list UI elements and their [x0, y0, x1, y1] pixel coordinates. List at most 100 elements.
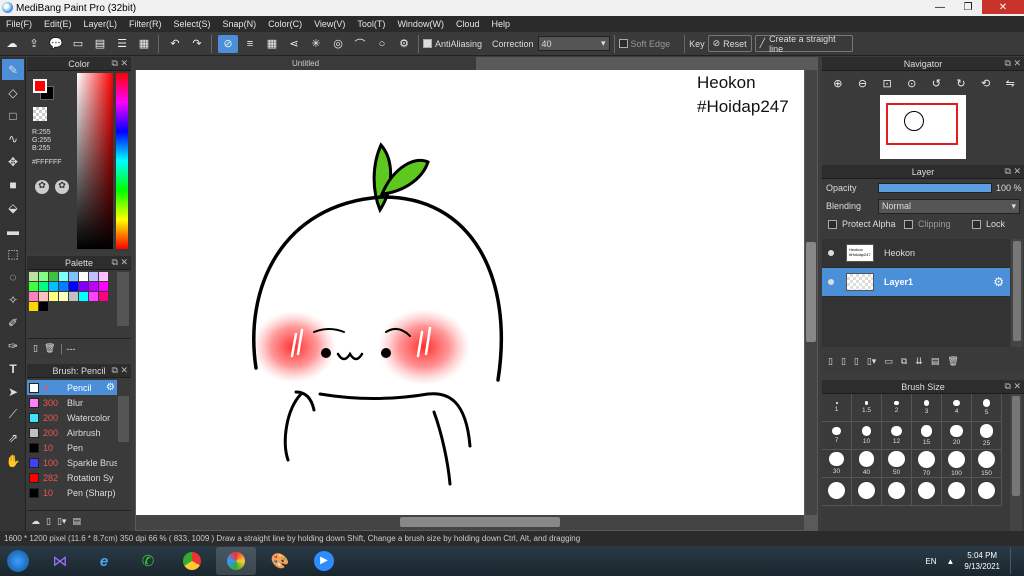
menu-cloud[interactable]: Cloud	[450, 19, 486, 29]
reset-rotation-icon[interactable]: ⟲	[976, 74, 996, 92]
transparent-color[interactable]	[33, 107, 47, 121]
menu-snap[interactable]: Snap(N)	[217, 19, 263, 29]
brush-size-option[interactable]	[882, 478, 912, 506]
brush-size-option[interactable]: 30	[822, 450, 852, 478]
menu-layer[interactable]: Layer(L)	[78, 19, 124, 29]
redo-icon[interactable]: ↷	[187, 35, 207, 53]
panel-options-icon[interactable]: ⧉ ✕	[112, 365, 128, 376]
brush-item[interactable]: 10 Pen	[27, 440, 117, 455]
eyedropper-icon[interactable]: ⟋	[2, 404, 24, 425]
palette-swatch[interactable]	[29, 302, 38, 311]
palette-swatch[interactable]	[79, 272, 88, 281]
cloud-icon[interactable]: ☁	[2, 35, 22, 53]
palette-swatch[interactable]	[49, 272, 58, 281]
share-icon[interactable]: ⇪	[24, 35, 44, 53]
select-tool-icon[interactable]: ⬚	[2, 243, 24, 264]
menu-tool[interactable]: Tool(T)	[351, 19, 391, 29]
menu-view[interactable]: View(V)	[308, 19, 351, 29]
brush-size-option[interactable]: 25	[972, 422, 1002, 450]
list-icon[interactable]: ☰	[112, 35, 132, 53]
lasso-tool-icon[interactable]: ◌	[2, 266, 24, 287]
folder-icon[interactable]: ▭	[884, 356, 893, 367]
blur-brush-icon[interactable]: ∿	[2, 128, 24, 149]
layer-row-heokon[interactable]: Heokon #Hoidap247 Heokon	[822, 239, 1010, 268]
brush-size-option[interactable]: 15	[912, 422, 942, 450]
concentric-snap-icon[interactable]: ◎	[328, 35, 348, 53]
zoom-in-icon[interactable]: ⊕	[828, 74, 848, 92]
new-palette-icon[interactable]: ▯	[33, 343, 38, 354]
medibang-icon[interactable]	[216, 547, 256, 575]
magic-wand-icon[interactable]: ✧	[2, 289, 24, 310]
add-layer-menu-icon[interactable]: ▯▾	[867, 356, 876, 367]
brush-size-option[interactable]: 7	[822, 422, 852, 450]
show-desktop-button[interactable]	[1010, 548, 1016, 574]
eraser-tool-icon[interactable]: ◇	[2, 82, 24, 103]
palette-swatch[interactable]	[39, 302, 48, 311]
eye-icon[interactable]	[828, 250, 834, 256]
brush-size-option[interactable]: 40	[852, 450, 882, 478]
export-icon[interactable]: ▦	[134, 35, 154, 53]
brush-size-option[interactable]	[822, 478, 852, 506]
reset-button[interactable]: ⊘ Reset	[707, 35, 752, 52]
palette-swatch[interactable]	[89, 272, 98, 281]
menu-file[interactable]: File(F)	[0, 19, 38, 29]
new-brush-icon[interactable]: ▯	[46, 516, 51, 527]
grid-snap-icon[interactable]: ▦	[262, 35, 282, 53]
brush-item[interactable]: 100 Sparkle Brush	[27, 455, 117, 470]
brush-size-option[interactable]: 4	[942, 394, 972, 422]
dot-tool-icon[interactable]: □	[2, 105, 24, 126]
palette-swatch[interactable]	[79, 292, 88, 301]
paint-icon[interactable]: 🎨	[260, 547, 300, 575]
brush-item[interactable]: 282 Rotation Sy	[27, 470, 117, 485]
brush-item[interactable]: 4 Pencil ⚙	[27, 380, 117, 395]
palette-swatch[interactable]	[79, 282, 88, 291]
document-tab[interactable]: Untitled	[135, 57, 476, 70]
palette-swatch[interactable]	[69, 272, 78, 281]
hand-tool-icon[interactable]: ✋	[2, 450, 24, 471]
hue-slider[interactable]	[116, 73, 128, 249]
navigator-preview[interactable]	[880, 95, 966, 159]
minimize-button[interactable]: —	[926, 0, 954, 14]
internet-explorer-icon[interactable]: e	[84, 547, 124, 575]
settings-snap-icon[interactable]: ⚙	[394, 35, 414, 53]
brush-size-option[interactable]: 12	[882, 422, 912, 450]
circle-snap-icon[interactable]: ○	[372, 35, 392, 53]
divide-tool-icon[interactable]: ⇗	[2, 427, 24, 448]
panel-options-icon[interactable]: ⧉ ✕	[1005, 381, 1021, 392]
straight-line-button[interactable]: ╱ Create a straight line	[754, 34, 853, 54]
new-halftone-layer-icon[interactable]: ▯	[841, 356, 846, 367]
snap-off-icon[interactable]: ⊘	[218, 34, 238, 53]
flip-icon[interactable]: ⇋	[1000, 74, 1020, 92]
lock-checkbox[interactable]	[972, 219, 981, 229]
brush-size-option[interactable]: 50	[882, 450, 912, 478]
brush-item[interactable]: 300 Blur	[27, 395, 117, 410]
menu-color[interactable]: Color(C)	[262, 19, 308, 29]
soft-edge-checkbox[interactable]	[618, 39, 628, 48]
opacity-slider[interactable]	[878, 183, 992, 193]
brush-size-option[interactable]: 150	[972, 450, 1002, 478]
gear-icon[interactable]: ⚙	[106, 382, 117, 393]
layer-settings-icon[interactable]: ▤	[931, 356, 940, 367]
menu-help[interactable]: Help	[485, 19, 516, 29]
bucket-tool-icon[interactable]: ⬙	[2, 197, 24, 218]
brush-size-option[interactable]: 3	[912, 394, 942, 422]
foreground-color[interactable]	[33, 79, 47, 93]
panel-options-icon[interactable]: ⧉ ✕	[112, 257, 128, 268]
delete-layer-icon[interactable]: 🗑	[947, 356, 958, 367]
gradient-tool-icon[interactable]: ▬	[2, 220, 24, 241]
color-wheel-icon[interactable]: ✿	[55, 180, 69, 194]
blending-select[interactable]: Normal ▾	[878, 198, 1020, 214]
visual-studio-icon[interactable]: ⋈	[40, 547, 80, 575]
brush-size-option[interactable]	[912, 478, 942, 506]
rotate-left-icon[interactable]: ↺	[927, 74, 947, 92]
chat-app-icon[interactable]: ✆	[128, 547, 168, 575]
undo-icon[interactable]: ↶	[165, 35, 185, 53]
brush-tool-icon[interactable]: ✎	[2, 59, 24, 80]
vertical-scroll-thumb[interactable]	[806, 242, 816, 342]
palette-swatch[interactable]	[29, 292, 38, 301]
brush-size-option[interactable]	[972, 478, 1002, 506]
brush-item[interactable]: 10 Pen (Sharp)	[27, 485, 117, 500]
brush-item[interactable]: 200 Watercolor	[27, 410, 117, 425]
tray-chevron-up-icon[interactable]: ▲	[946, 557, 954, 566]
panel-options-icon[interactable]: ⧉ ✕	[1005, 166, 1021, 177]
